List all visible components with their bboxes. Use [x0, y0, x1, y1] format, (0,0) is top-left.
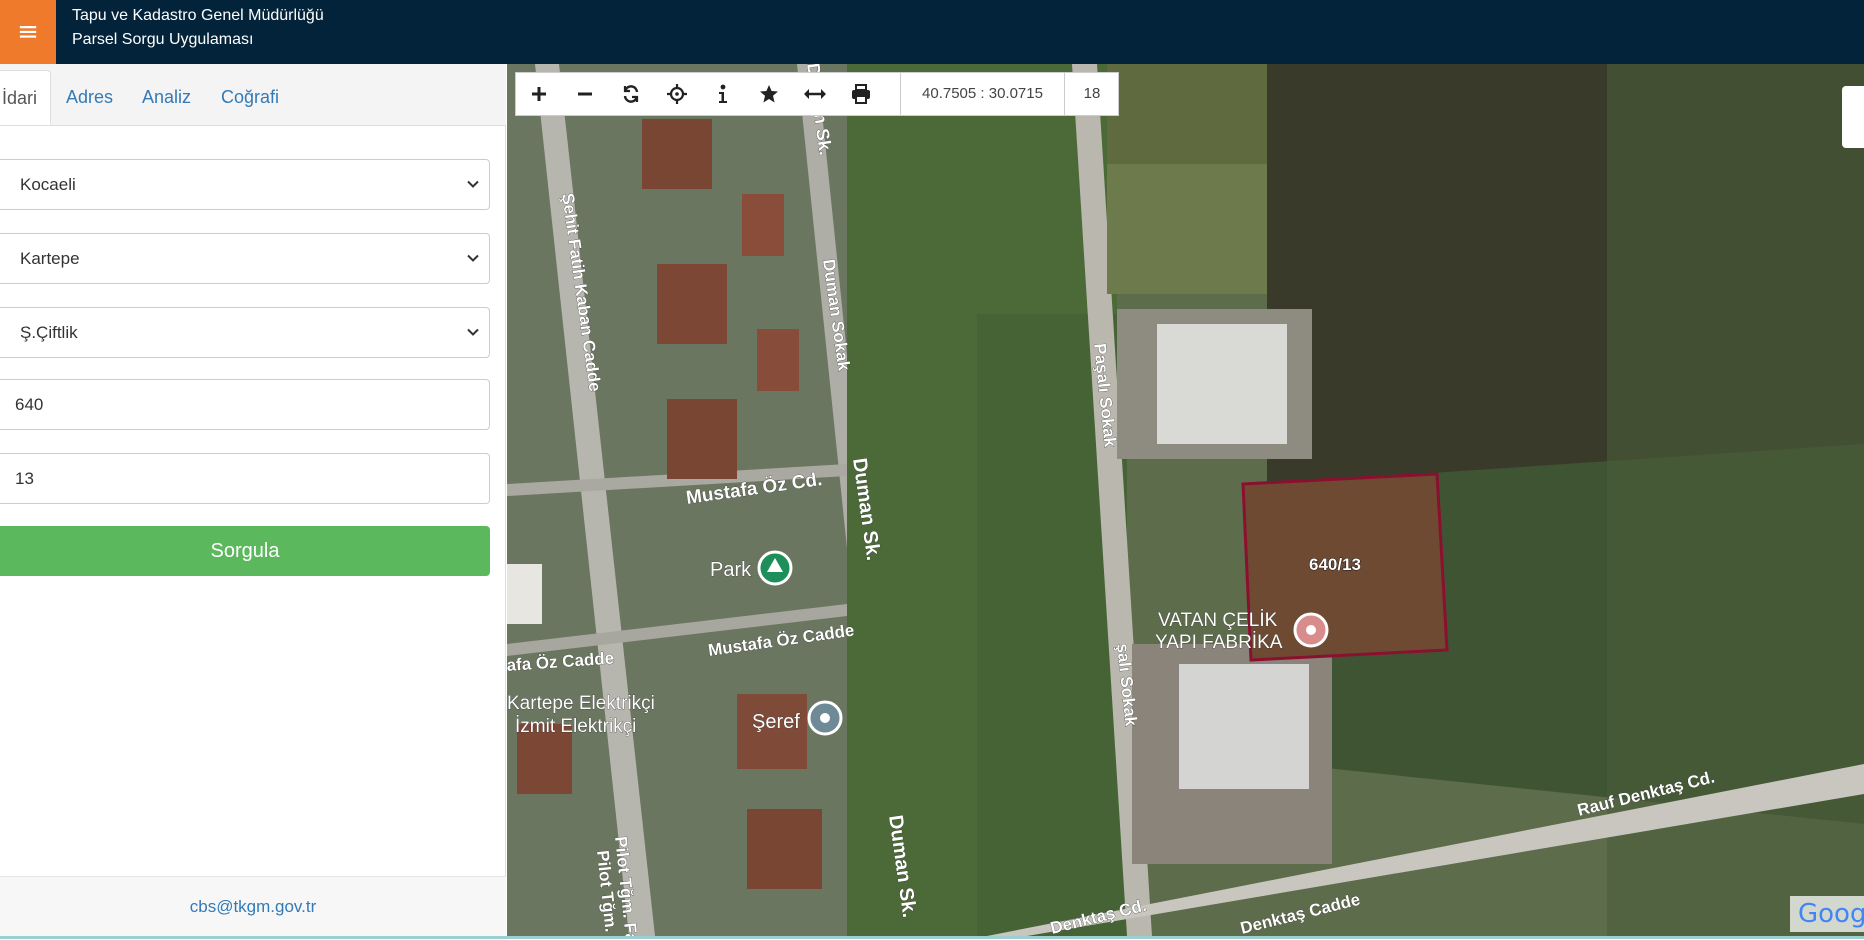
- parcel-input[interactable]: 13: [0, 453, 490, 504]
- app-title-line2: Parsel Sorgu Uygulaması: [72, 31, 254, 48]
- locate-icon: [667, 84, 687, 104]
- zoom-out-icon: [578, 92, 592, 96]
- neighborhood-value: Ş.Çiftlik: [20, 323, 78, 342]
- tab-analiz[interactable]: Analiz: [142, 70, 191, 125]
- factory-marker-icon[interactable]: [1293, 612, 1329, 648]
- info-button[interactable]: [700, 73, 746, 115]
- zoom-out-button[interactable]: [562, 73, 608, 115]
- favorite-button[interactable]: [746, 73, 792, 115]
- block-input[interactable]: 640: [0, 379, 490, 430]
- contact-email-link[interactable]: cbs@tkgm.gov.tr: [190, 897, 317, 916]
- sidebar-footer: cbs@tkgm.gov.tr: [0, 876, 506, 940]
- poi-label-vatan2: YAPI FABRİKA: [1155, 632, 1283, 653]
- locate-button[interactable]: [654, 73, 700, 115]
- tab-cografi[interactable]: Coğrafi: [221, 70, 279, 125]
- query-sidebar: İdari Adres Analiz Coğrafi Kocaeli Karte…: [0, 64, 506, 940]
- print-button[interactable]: [838, 73, 884, 115]
- coordinates-readout: 40.7505 : 30.0715: [900, 73, 1065, 115]
- menu-button[interactable]: ≡: [0, 0, 56, 64]
- poi-label-izmit: İzmit Elektrikçi: [515, 716, 636, 737]
- place-marker-icon[interactable]: [807, 700, 843, 736]
- tab-idari[interactable]: İdari: [0, 70, 51, 125]
- poi-label-park: Park: [710, 559, 752, 581]
- zoom-level-readout: 18: [1083, 85, 1101, 102]
- park-marker-icon[interactable]: [757, 550, 793, 586]
- measure-button[interactable]: [792, 73, 838, 115]
- neighborhood-select[interactable]: Ş.Çiftlik: [0, 307, 490, 358]
- poi-label-vatan1: VATAN ÇELİK: [1158, 610, 1278, 631]
- app-title-line1: Tapu ve Kadastro Genel Müdürlüğü: [72, 7, 324, 24]
- satellite-imagery: Şehit Fatih Kaban Cadde Duman Sk. Duman …: [507, 64, 1864, 936]
- block-value: 640: [15, 395, 44, 414]
- parcel-value: 13: [15, 469, 34, 488]
- refresh-icon: [623, 85, 639, 103]
- star-icon: [760, 85, 778, 103]
- map-view[interactable]: Şehit Fatih Kaban Cadde Duman Sk. Duman …: [507, 64, 1864, 936]
- poi-label-seref: Şeref: [752, 711, 800, 733]
- refresh-button[interactable]: [608, 73, 654, 115]
- chevron-down-icon: [467, 328, 479, 336]
- tab-adres[interactable]: Adres: [66, 70, 113, 125]
- google-logo: Goog: [1790, 896, 1864, 932]
- print-icon: [852, 84, 870, 104]
- parcel-label: 640/13: [1309, 555, 1361, 574]
- map-side-control[interactable]: [1842, 86, 1864, 148]
- measure-icon: [804, 89, 826, 99]
- map-toolbar: 40.7505 : 30.0715 18: [515, 72, 1119, 116]
- info-icon: [719, 84, 727, 103]
- province-value: Kocaeli: [20, 175, 76, 194]
- zoom-in-button[interactable]: [516, 73, 562, 115]
- hamburger-icon: ≡: [17, 17, 39, 47]
- chevron-down-icon: [467, 254, 479, 262]
- query-button[interactable]: Sorgula: [0, 526, 490, 576]
- chevron-down-icon: [467, 180, 479, 188]
- query-tabs: İdari Adres Analiz Coğrafi: [0, 64, 506, 126]
- district-select[interactable]: Kartepe: [0, 233, 490, 284]
- app-title: Tapu ve Kadastro Genel Müdürlüğü Parsel …: [72, 4, 324, 52]
- zoom-in-icon: [532, 87, 546, 101]
- district-value: Kartepe: [20, 249, 80, 268]
- poi-label-kartepe: Kartepe Elektrikçi: [507, 693, 655, 714]
- app-header: ≡ Tapu ve Kadastro Genel Müdürlüğü Parse…: [0, 0, 1864, 64]
- province-select[interactable]: Kocaeli: [0, 159, 490, 210]
